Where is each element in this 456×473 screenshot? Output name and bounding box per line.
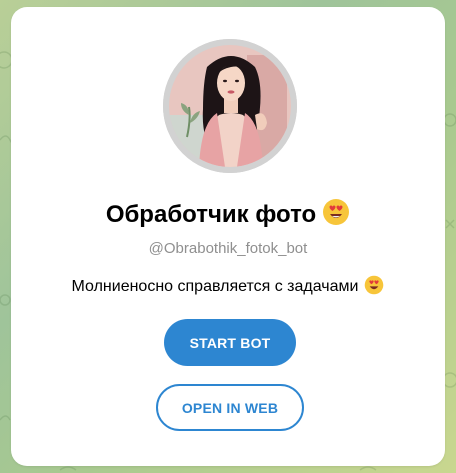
bot-title: Обработчик фото — [11, 198, 445, 233]
bot-description-text: Молниеносно справляется с задачами — [71, 278, 359, 295]
heart-eyes-emoji-icon — [364, 275, 384, 300]
start-bot-button[interactable]: START BOT — [164, 319, 296, 366]
bot-avatar — [163, 39, 297, 173]
avatar-ring — [163, 39, 297, 173]
bot-username: @Obrabothik_fotok_bot — [148, 240, 308, 257]
open-in-web-button[interactable]: OPEN IN WEB — [156, 384, 304, 431]
bot-profile-card: Обработчик фото @Obrabothik_fotok_bot Мо… — [11, 7, 445, 466]
heart-eyes-emoji-icon — [322, 198, 350, 233]
bot-title-text: Обработчик фото — [105, 201, 317, 228]
bot-description: Молниеносно справляется с задачами — [11, 275, 445, 300]
